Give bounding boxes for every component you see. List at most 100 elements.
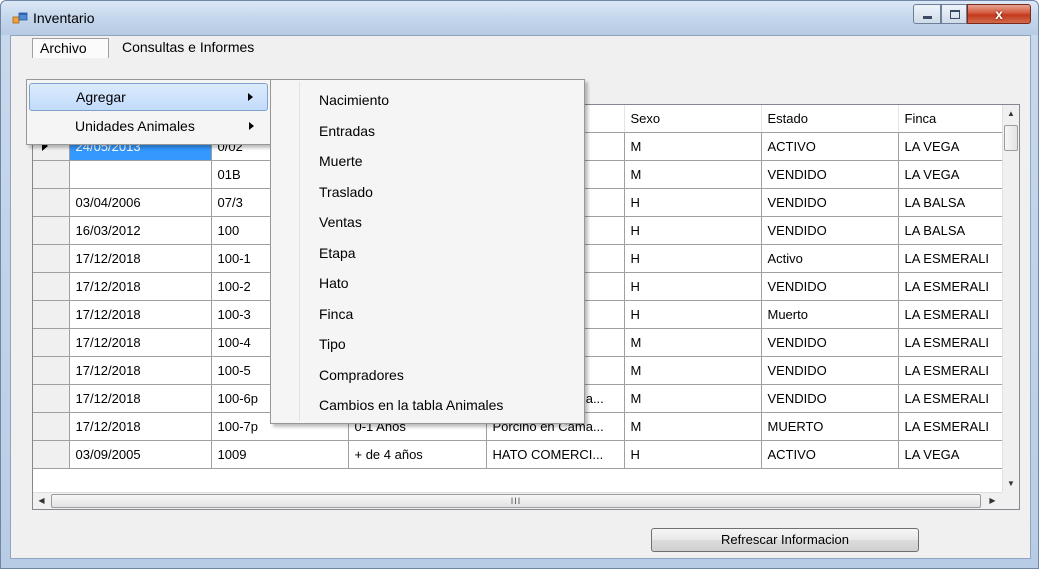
table-cell[interactable]: M [624,160,762,189]
row-header[interactable] [33,356,70,385]
table-cell[interactable]: 17/12/2018 [69,384,212,413]
menu-archivo[interactable]: Archivo [32,38,109,58]
vertical-scroll-thumb[interactable] [1004,125,1018,151]
table-cell[interactable]: HATO COMERCI... [486,440,625,469]
maximize-icon [942,5,966,23]
table-cell[interactable]: 1009 [211,440,349,469]
scroll-right-icon[interactable]: ▶ [984,493,1001,509]
menu-item-agregar[interactable]: Agregar [29,83,268,111]
table-cell[interactable]: VENDIDO [761,160,899,189]
table-cell[interactable]: M [624,328,762,357]
submenu-item[interactable]: Finca [319,299,353,329]
table-cell[interactable]: ACTIVO [761,132,899,161]
scroll-down-icon[interactable]: ▼ [1003,475,1019,492]
table-cell[interactable]: VENDIDO [761,356,899,385]
maximize-button[interactable] [941,4,967,24]
title-bar[interactable]: Inventario x [1,1,1038,35]
row-header[interactable] [33,300,70,329]
table-cell[interactable]: H [624,188,762,217]
table-cell[interactable]: 17/12/2018 [69,412,212,441]
table-cell[interactable]: 17/12/2018 [69,328,212,357]
table-cell[interactable]: VENDIDO [761,384,899,413]
table-cell[interactable]: LA BALSA [898,188,1009,217]
table-cell[interactable]: M [624,384,762,413]
table-cell[interactable]: LA ESMERALI [898,300,1009,329]
table-cell[interactable]: Muerto [761,300,899,329]
submenu-item[interactable]: Ventas [319,207,362,237]
row-header[interactable] [33,328,70,357]
table-cell[interactable]: VENDIDO [761,216,899,245]
scroll-left-icon[interactable]: ◀ [33,493,50,509]
submenu-item[interactable]: Hato [319,268,349,298]
table-cell[interactable]: LA VEGA [898,440,1009,469]
window-title: Inventario [33,10,95,26]
row-header[interactable] [33,188,70,217]
row-header[interactable] [33,160,70,189]
table-cell[interactable]: LA VEGA [898,132,1009,161]
horizontal-scrollbar[interactable]: ◀ III ▶ [33,492,1019,509]
table-cell[interactable]: LA ESMERALI [898,244,1009,273]
vertical-scrollbar[interactable]: ▲ ▼ [1002,105,1019,492]
submenu-item[interactable]: Traslado [319,177,373,207]
table-cell[interactable]: LA BALSA [898,216,1009,245]
table-cell[interactable]: MUERTO [761,412,899,441]
submenu-item[interactable]: Cambios en la tabla Animales [319,390,503,420]
table-cell[interactable]: 03/09/2005 [69,440,212,469]
row-header[interactable] [33,412,70,441]
menu-item-unidades-animales[interactable]: Unidades Animales [29,113,268,141]
refresh-button[interactable]: Refrescar Informacion [651,528,919,552]
table-cell[interactable]: Activo [761,244,899,273]
submenu-item[interactable]: Entradas [319,116,375,146]
table-cell[interactable]: 17/12/2018 [69,244,212,273]
row-header[interactable] [33,440,70,469]
column-header-estado[interactable]: Estado [761,105,899,133]
app-form-icon [12,12,28,24]
column-header-sexo[interactable]: Sexo [624,105,762,133]
table-cell[interactable]: LA ESMERALI [898,384,1009,413]
table-cell[interactable] [69,160,212,189]
table-cell[interactable]: 03/04/2006 [69,188,212,217]
submenu-arrow-icon [248,93,253,101]
submenu-item[interactable]: Tipo [319,329,346,359]
table-cell[interactable]: LA ESMERALI [898,412,1009,441]
table-cell[interactable]: LA VEGA [898,160,1009,189]
table-cell[interactable]: ACTIVO [761,440,899,469]
table-cell[interactable]: LA ESMERALI [898,328,1009,357]
table-cell[interactable]: LA ESMERALI [898,272,1009,301]
row-header[interactable] [33,384,70,413]
row-header[interactable] [33,244,70,273]
submenu-item[interactable]: Nacimiento [319,85,389,115]
table-cell[interactable]: H [624,272,762,301]
table-cell[interactable]: 17/12/2018 [69,300,212,329]
submenu-item[interactable]: Muerte [319,146,363,176]
table-cell[interactable]: VENDIDO [761,188,899,217]
menu-consultas-informes[interactable]: Consultas e Informes [115,38,261,58]
close-button[interactable]: x [967,4,1031,24]
table-cell[interactable]: 17/12/2018 [69,272,212,301]
table-cell[interactable]: H [624,300,762,329]
minimize-button[interactable] [913,4,941,24]
close-icon: x [995,6,1003,22]
scroll-up-icon[interactable]: ▲ [1003,105,1019,122]
table-cell[interactable]: 16/03/2012 [69,216,212,245]
table-cell[interactable]: H [624,440,762,469]
table-cell[interactable]: + de 4 años [348,440,487,469]
row-header[interactable] [33,216,70,245]
horizontal-scroll-thumb[interactable]: III [51,494,981,508]
submenu-item[interactable]: Etapa [319,238,356,268]
table-cell[interactable]: 17/12/2018 [69,356,212,385]
menu-bar: Archivo Consultas e Informes [11,36,1030,58]
submenu-item[interactable]: Compradores [319,360,404,390]
table-cell[interactable]: VENDIDO [761,272,899,301]
table-cell[interactable]: M [624,412,762,441]
table-cell[interactable]: VENDIDO [761,328,899,357]
table-cell[interactable]: LA ESMERALI [898,356,1009,385]
table-cell[interactable]: M [624,132,762,161]
table-row[interactable]: 03/09/2005 1009 + de 4 años HATO COMERCI...… [33,440,1009,469]
row-header[interactable] [33,272,70,301]
table-cell[interactable]: M [624,356,762,385]
table-cell[interactable]: H [624,216,762,245]
column-header-finca[interactable]: Finca [898,105,1009,133]
archivo-dropdown: Agregar Unidades Animales [26,79,271,145]
table-cell[interactable]: H [624,244,762,273]
